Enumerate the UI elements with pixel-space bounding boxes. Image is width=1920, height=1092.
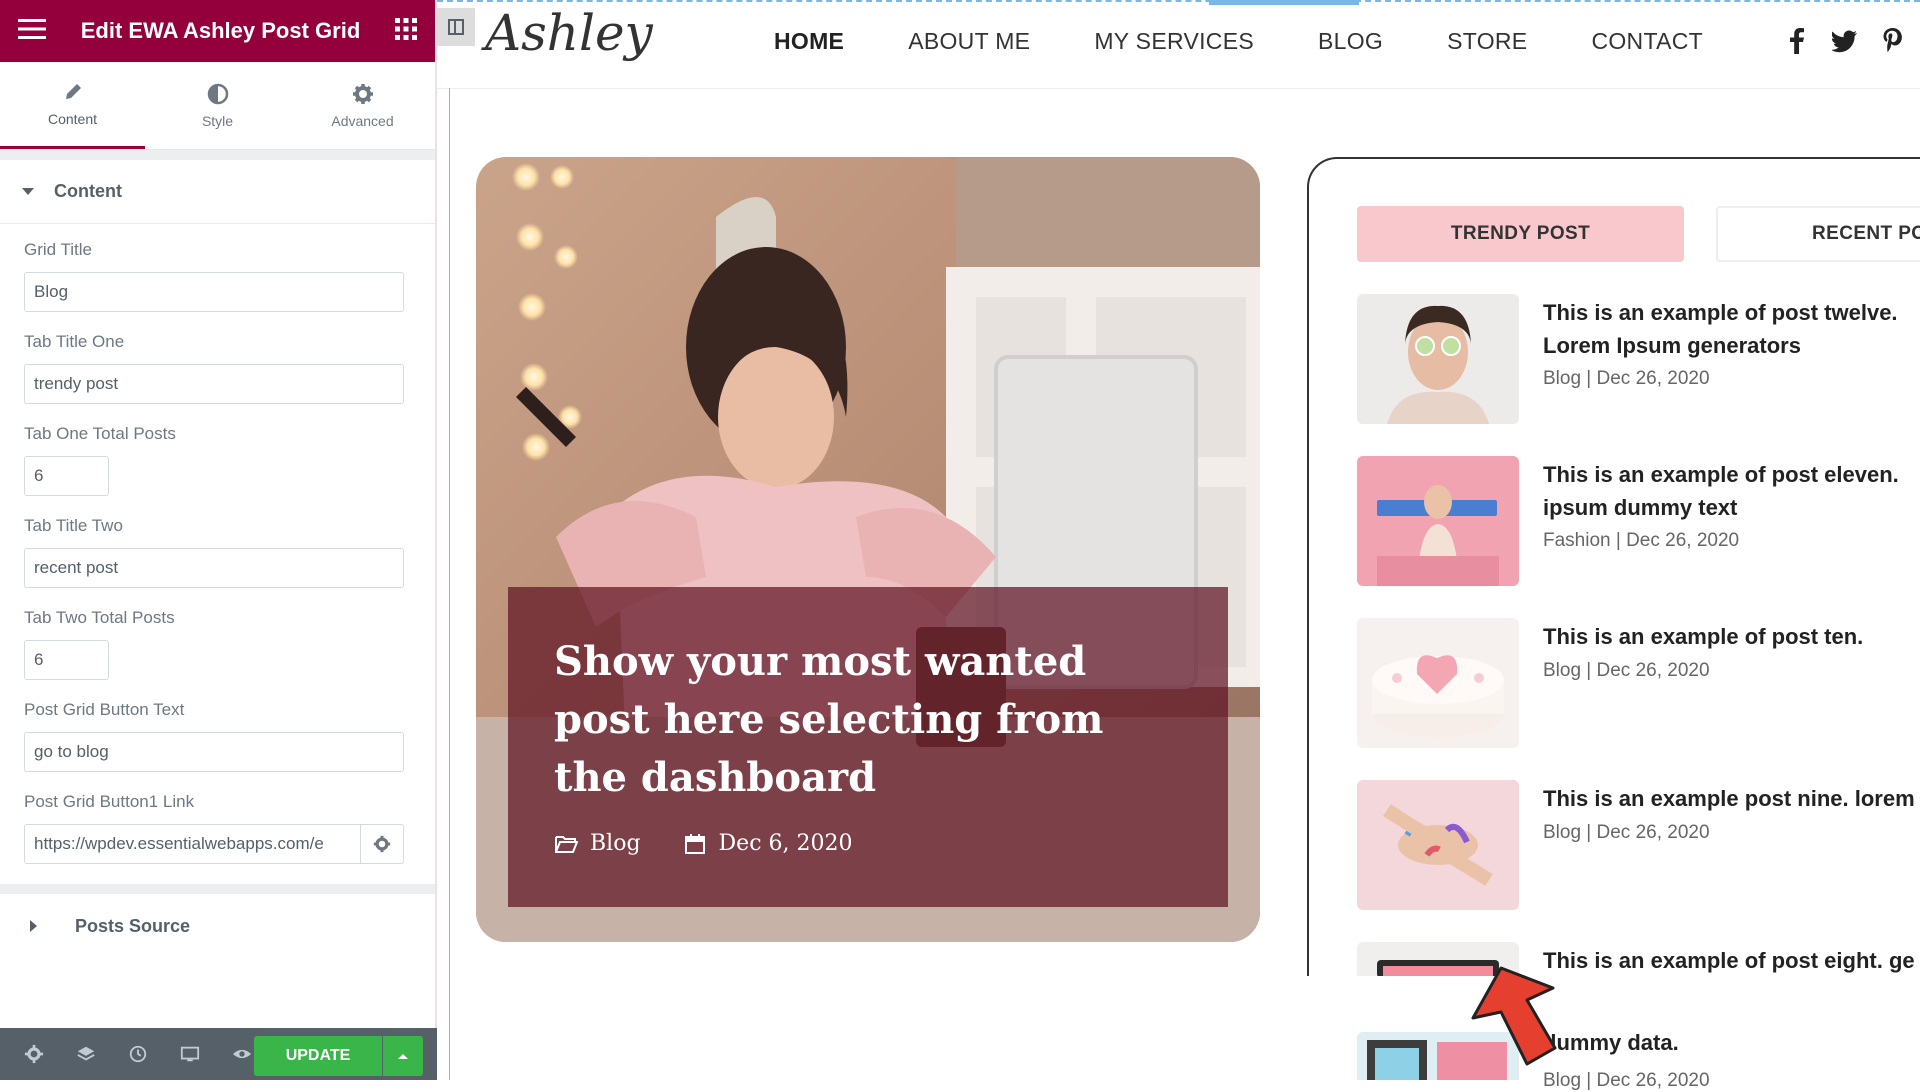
panel-title: Edit EWA Ashley Post Grid [80, 18, 361, 43]
tab-title-one-label: Tab Title One [24, 332, 125, 351]
featured-post-category[interactable]: Blog [590, 831, 641, 856]
layers-icon[interactable] [60, 1028, 112, 1080]
tab-style[interactable]: Style [145, 62, 290, 149]
twitter-icon[interactable] [1832, 28, 1858, 54]
grid-title-input[interactable]: Blog [24, 272, 404, 312]
controls-gap [0, 884, 435, 894]
button-link-row: https://wpdev.essentialwebapps.com/e [24, 824, 411, 864]
tab-title-one-input[interactable]: trendy post [24, 364, 404, 404]
post-thumbnail[interactable] [1357, 618, 1519, 748]
post-meta: Blog | Dec 26, 2020 [1543, 368, 1710, 389]
tab-advanced[interactable]: Advanced [290, 62, 435, 149]
list-item[interactable]: This is an example of post twelve. Lorem… [1357, 294, 1920, 456]
post-meta: Fashion | Dec 26, 2020 [1543, 530, 1740, 551]
link-options-gear-icon[interactable] [361, 824, 404, 864]
pinterest-icon[interactable] [1882, 28, 1904, 54]
tab-one-total-input[interactable]: 6 [24, 456, 109, 496]
section-handle[interactable] [1209, 0, 1359, 5]
post-thumbnail[interactable] [1357, 456, 1519, 586]
nav-blog[interactable]: BLOG [1318, 28, 1383, 55]
post-title[interactable]: This is an example post nine. lorem [1543, 782, 1920, 815]
button-text-label: Post Grid Button Text [24, 700, 185, 719]
caret-right-icon [30, 920, 37, 932]
nav-home[interactable]: HOME [774, 28, 844, 55]
tab-trendy-post[interactable]: TRENDY POST [1357, 206, 1684, 262]
calendar-icon [684, 833, 705, 854]
post-title[interactable]: This is an example of post twelve. Lorem… [1543, 296, 1920, 362]
tabs-gap [0, 150, 435, 160]
pencil-icon [65, 84, 81, 99]
social-links [1786, 28, 1904, 54]
post-meta: Blog | Dec 26, 2020 [1543, 822, 1710, 843]
tab-style-label: Style [201, 112, 234, 129]
editor-tabs: Content Style Advanced [0, 62, 435, 150]
list-item[interactable]: This is an example of post ten. Blog | D… [1357, 618, 1920, 780]
panel-header: Edit EWA Ashley Post Grid [0, 0, 435, 62]
featured-post-meta: Blog Dec 6, 2020 [554, 831, 1182, 856]
tab-content-label: Content [47, 111, 98, 127]
list-item[interactable]: This is an example of post eleven. ipsum… [1357, 456, 1920, 618]
responsive-mode-icon[interactable] [164, 1028, 216, 1080]
nav-store[interactable]: STORE [1447, 28, 1527, 55]
update-options-caret-icon[interactable] [383, 1036, 423, 1076]
featured-post-card[interactable]: Show your most wanted post here selectin… [476, 157, 1260, 942]
site-preview: Ashley HOME ABOUT ME MY SERVICES BLOG ST… [437, 0, 1920, 1091]
post-title[interactable]: This is an example of post eight. ge [1543, 944, 1920, 977]
tab-title-two-label: Tab Title Two [24, 516, 123, 535]
update-button[interactable]: UPDATE [254, 1036, 382, 1076]
section-content-title: Content [54, 181, 122, 201]
tab-one-total-label: Tab One Total Posts [24, 424, 176, 443]
post-list: This is an example of post twelve. Lorem… [1357, 294, 1920, 1042]
tab-recent-post[interactable]: RECENT PO [1716, 206, 1920, 262]
grid-title-label: Grid Title [24, 240, 93, 259]
tab-title-two-input[interactable]: recent post [24, 548, 404, 588]
settings-icon[interactable] [8, 1028, 60, 1080]
caret-down-icon [22, 188, 34, 195]
post-title[interactable]: This is an example of post eleven. ipsum… [1543, 458, 1920, 524]
column-handle-icon[interactable] [437, 8, 475, 46]
pointer-arrow-annotation [1471, 966, 1557, 1066]
section-content-toggle[interactable]: Content [0, 160, 435, 224]
facebook-icon[interactable] [1786, 28, 1808, 54]
editor-panel: Edit EWA Ashley Post Grid Content Style … [0, 0, 437, 1080]
widgets-grid-icon[interactable] [395, 17, 417, 45]
history-icon[interactable] [112, 1028, 164, 1080]
post-thumbnail[interactable] [1357, 294, 1519, 424]
panel-footer: UPDATE [0, 1028, 437, 1080]
tab-content[interactable]: Content [0, 62, 145, 149]
featured-post-overlay: Show your most wanted post here selectin… [508, 587, 1228, 907]
main-nav: HOME ABOUT ME MY SERVICES BLOG STORE CON… [774, 28, 1703, 55]
nav-my-services[interactable]: MY SERVICES [1094, 28, 1254, 55]
post-meta: Blog | Dec 26, 2020 [1543, 660, 1710, 681]
button-text-input[interactable]: go to blog [24, 732, 404, 772]
button-link-label: Post Grid Button1 Link [24, 792, 195, 811]
header-divider [437, 88, 1920, 89]
post-title[interactable]: This is an example of post ten. [1543, 620, 1920, 653]
section-outline [437, 0, 1920, 2]
tab-two-total-label: Tab Two Total Posts [24, 608, 175, 627]
list-item[interactable]: This is an example post nine. lorem Blog… [1357, 780, 1920, 942]
gear-icon [352, 83, 373, 104]
nav-contact[interactable]: CONTACT [1591, 28, 1703, 55]
post-thumbnail[interactable] [1357, 780, 1519, 910]
featured-post-title[interactable]: Show your most wanted post here selectin… [554, 633, 1182, 807]
button-link-input[interactable]: https://wpdev.essentialwebapps.com/e [24, 824, 361, 864]
section-posts-source-title: Posts Source [75, 915, 191, 936]
content-controls: Grid Title Blog Tab Title One trendy pos… [0, 224, 435, 864]
hamburger-menu-icon[interactable] [18, 18, 46, 45]
half-circle-icon [207, 83, 228, 104]
post-tab-switcher: TRENDY POST RECENT PO [1357, 206, 1920, 262]
featured-post-date: Dec 6, 2020 [718, 831, 853, 856]
post-meta: Blog | Dec 26, 2020 [1543, 1070, 1710, 1091]
nav-about-me[interactable]: ABOUT ME [908, 28, 1030, 55]
folder-icon [555, 835, 578, 853]
site-logo[interactable]: Ashley [485, 4, 653, 62]
tab-two-total-input[interactable]: 6 [24, 640, 109, 680]
tab-advanced-label: Advanced [331, 112, 394, 129]
section-posts-source-toggle[interactable]: Posts Source [0, 894, 435, 958]
column-outline [449, 88, 450, 1080]
card-clip-mask [1297, 976, 1920, 1032]
